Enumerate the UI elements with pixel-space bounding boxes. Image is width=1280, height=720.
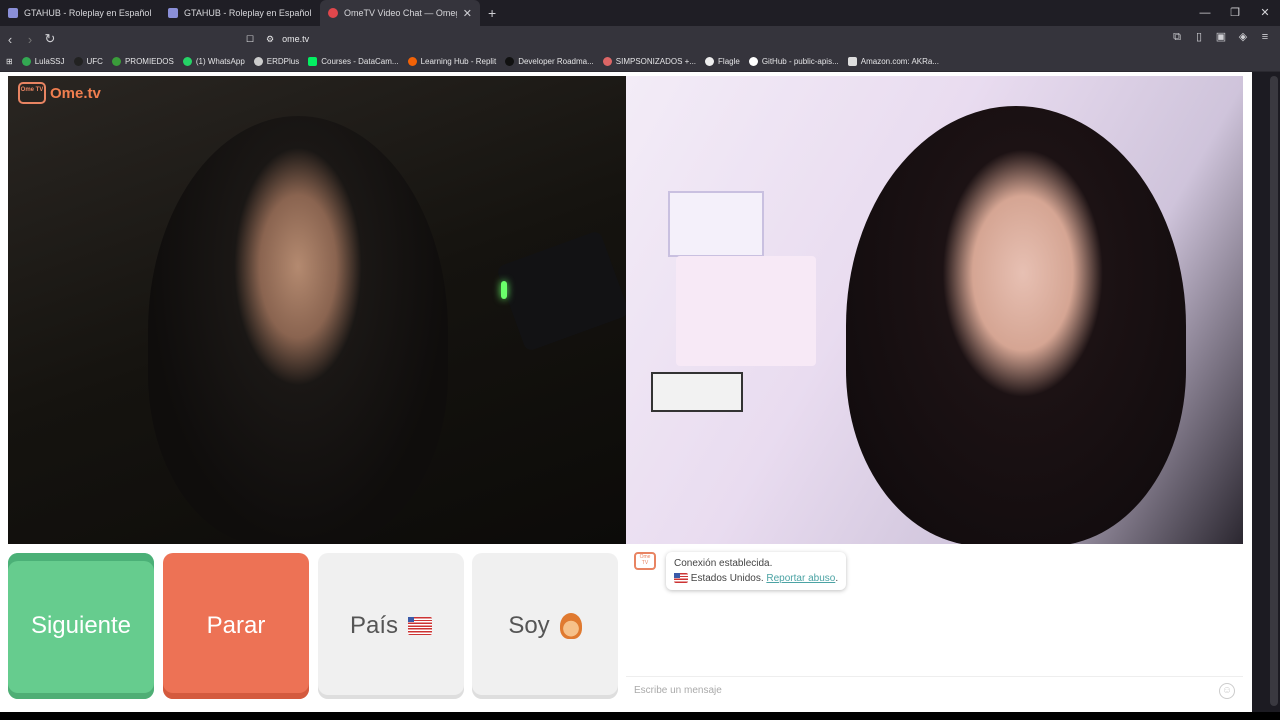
emoji-icon[interactable]: ☺	[1219, 683, 1235, 699]
url-text: ome.tv	[282, 34, 310, 44]
browser-tab-3[interactable]: OmeTV Video Chat — Omegle ✕	[320, 0, 480, 26]
us-flag-icon	[674, 573, 688, 584]
bookmark-item[interactable]: Flagle	[705, 57, 740, 66]
system-message: Conexión establecida. Estados Unidos. Re…	[666, 552, 847, 590]
apps-icon[interactable]: ⊞	[6, 57, 13, 66]
window-bottom-edge	[0, 712, 1280, 720]
page-scrollbar[interactable]	[1270, 76, 1278, 706]
bookmark-item[interactable]: GitHub - public-apis...	[748, 57, 839, 66]
bookmark-item[interactable]: Learning Hub - Replit	[407, 57, 497, 66]
ometv-page: Ome TV Ome.tv Siguiente Parar País Soy O…	[0, 72, 1252, 712]
logo-text: Ome.tv	[50, 84, 101, 102]
local-video: Ome TV Ome.tv	[8, 76, 626, 544]
browser-tab-1[interactable]: GTAHUB - Roleplay en Español	[0, 0, 160, 26]
toolbar-icons: ⧉ ▯ ▣ ◈ ≡	[1170, 30, 1272, 44]
tab-strip: GTAHUB - Roleplay en Español GTAHUB - Ro…	[0, 0, 1280, 26]
tab-title: GTAHUB - Roleplay en Español	[24, 8, 152, 18]
bookmark-item[interactable]: PROMIEDOS	[111, 57, 174, 66]
partner-country: Estados Unidos.	[690, 573, 764, 584]
site-settings-icon[interactable]: ⚙	[266, 34, 274, 45]
connection-status: Conexión establecida.	[674, 558, 773, 569]
bookmark-label: Flagle	[718, 57, 740, 66]
forward-icon[interactable]: ›	[20, 32, 40, 47]
gender-label: Soy	[508, 612, 550, 639]
bookmark-label: (1) WhatsApp	[195, 57, 245, 66]
bookmark-label: Courses - DataCam...	[321, 57, 399, 66]
bookmark-item[interactable]: SIMPSONIZADOS +...	[602, 57, 697, 66]
bookmark-item[interactable]: LulaSSJ	[21, 57, 65, 66]
bookmark-label: SIMPSONIZADOS +...	[615, 57, 697, 66]
new-tab-button[interactable]: +	[480, 5, 504, 21]
reload-icon[interactable]: ↻	[40, 31, 60, 47]
message-input[interactable]: Escribe un mensaje ☺	[626, 676, 1243, 704]
shield-icon[interactable]: ◈	[1236, 30, 1250, 44]
bookmark-item[interactable]: Courses - DataCam...	[308, 57, 399, 66]
tv-logo-icon: Ome TV	[18, 82, 46, 104]
remote-person-silhouette	[846, 106, 1186, 544]
stop-button[interactable]: Parar	[163, 553, 309, 699]
country-button[interactable]: País	[318, 553, 464, 699]
bookmark-item[interactable]: Amazon.com: AKRa...	[847, 57, 940, 66]
window-controls: — ❐ ✕	[1190, 0, 1280, 26]
gtahub-favicon-icon	[8, 8, 18, 18]
bookmark-label: LulaSSJ	[34, 57, 65, 66]
tab-title: OmeTV Video Chat — Omegle	[344, 8, 457, 18]
gender-button[interactable]: Soy	[472, 553, 618, 699]
bookmark-item[interactable]: (1) WhatsApp	[182, 57, 245, 66]
browser-tab-2[interactable]: GTAHUB - Roleplay en Español	[160, 0, 320, 26]
address-bar[interactable]: ☐ ⚙ ome.tv	[246, 29, 886, 49]
gtahub-favicon-icon	[168, 8, 178, 18]
local-person-silhouette	[148, 116, 448, 544]
navigation-bar: ‹ › ↻ ☐ ⚙ ome.tv ⧉ ▯ ▣ ◈ ≡	[0, 26, 1280, 52]
ometv-favicon-icon	[328, 8, 338, 18]
bookmark-label: Amazon.com: AKRa...	[860, 57, 940, 66]
mic-light	[501, 281, 507, 299]
bookmark-item[interactable]: UFC	[73, 57, 103, 66]
ometv-chat-icon: Ome TV	[634, 552, 656, 570]
sticker-board	[676, 256, 816, 366]
bookmark-icon[interactable]: ☐	[246, 34, 254, 45]
remote-video	[626, 76, 1243, 544]
us-flag-icon	[408, 617, 433, 635]
report-abuse-link[interactable]: Reportar abuso	[766, 573, 835, 584]
menu-icon[interactable]: ≡	[1258, 30, 1272, 44]
restore-icon[interactable]: ❐	[1220, 0, 1250, 26]
bookmark-label: PROMIEDOS	[124, 57, 174, 66]
sidebar-icon[interactable]: ▯	[1192, 30, 1206, 44]
close-window-icon[interactable]: ✕	[1250, 0, 1280, 26]
extensions-icon[interactable]: ⧉	[1170, 30, 1184, 44]
ometv-logo: Ome TV Ome.tv	[18, 82, 101, 104]
minimize-icon[interactable]: —	[1190, 0, 1220, 26]
country-label: País	[349, 612, 399, 639]
bookmark-label: Learning Hub - Replit	[420, 57, 497, 66]
bookmarks-bar: ⊞ LulaSSJ UFC PROMIEDOS (1) WhatsApp ERD…	[0, 52, 1280, 72]
bookmark-label: UFC	[86, 57, 103, 66]
microphone-shape	[495, 229, 626, 353]
back-icon[interactable]: ‹	[0, 32, 20, 47]
bookmark-item[interactable]: Developer Roadma...	[505, 57, 594, 66]
message-placeholder: Escribe un mensaje	[634, 685, 722, 696]
bookmark-label: GitHub - public-apis...	[761, 57, 839, 66]
bookmark-item[interactable]: ERDPlus	[253, 57, 300, 66]
wallet-icon[interactable]: ▣	[1214, 30, 1228, 44]
close-tab-icon[interactable]: ✕	[463, 7, 472, 20]
next-button[interactable]: Siguiente	[8, 553, 154, 699]
poster-shape	[668, 191, 764, 257]
outatime-plate	[651, 372, 743, 412]
bookmark-label: Developer Roadma...	[518, 57, 594, 66]
tab-title: GTAHUB - Roleplay en Español	[184, 8, 312, 18]
bookmark-label: ERDPlus	[266, 57, 300, 66]
female-avatar-icon	[559, 613, 582, 639]
